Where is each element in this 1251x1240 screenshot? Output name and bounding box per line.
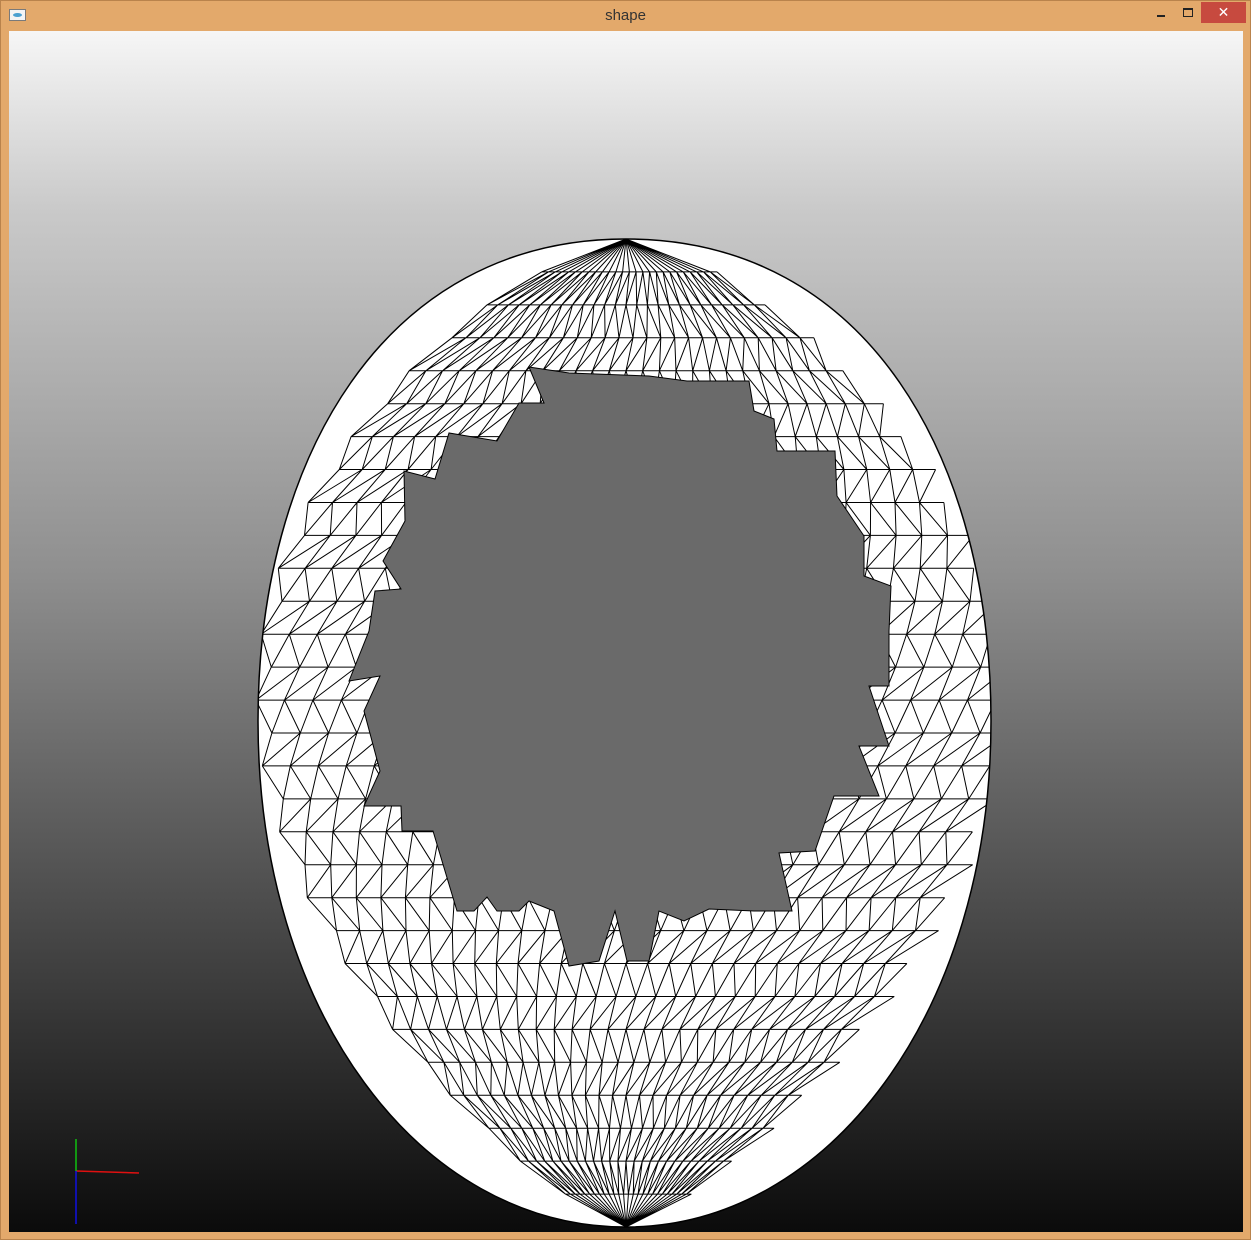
minimize-button[interactable]	[1147, 2, 1174, 23]
close-icon: ✕	[1217, 4, 1230, 21]
maximize-icon	[1182, 8, 1193, 17]
app-window: shape ✕	[0, 0, 1251, 1240]
title-bar[interactable]: shape ✕	[1, 1, 1250, 31]
window-title: shape	[605, 7, 646, 24]
3d-viewport[interactable]	[9, 31, 1243, 1232]
close-button[interactable]: ✕	[1201, 2, 1246, 23]
axis-gizmo	[75, 1139, 140, 1224]
mesh-egg-shape	[75, 238, 992, 1228]
minimize-icon	[1156, 14, 1165, 17]
maximize-button[interactable]	[1174, 2, 1201, 23]
